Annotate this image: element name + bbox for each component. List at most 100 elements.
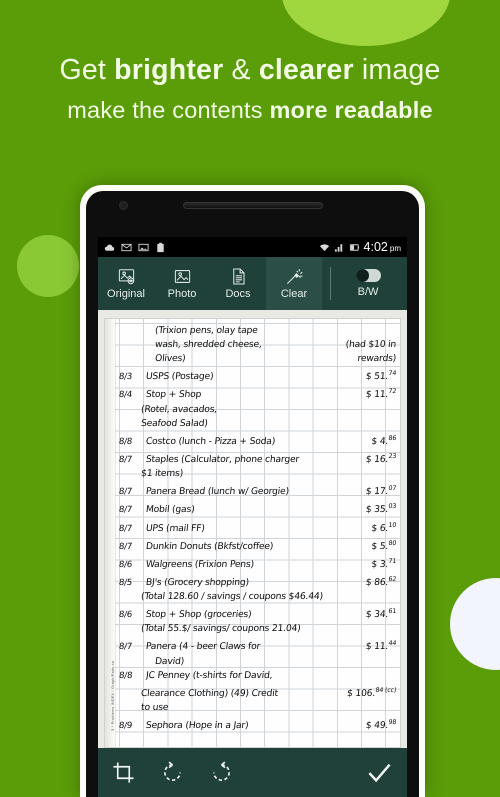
note-line-description: UPS (mail FF): [145, 522, 206, 534]
headline-line-2: make the contents more readable: [0, 95, 500, 126]
note-line: to use: [118, 701, 396, 715]
signal-icon: [334, 243, 342, 252]
note-line-description: Stop + Shop (groceries): [145, 609, 252, 621]
note-line-description: David): [154, 655, 185, 667]
tab-clear-label: Clear: [280, 288, 308, 300]
note-line-description: Dunkin Donuts (Bkfst/coffee): [145, 540, 274, 552]
note-line-date: 8/7: [118, 487, 133, 498]
note-line-amount: $ 11.44: [365, 639, 397, 653]
note-line: wash, shredded cheese, (had $10 in: [118, 338, 396, 352]
note-line: Clearance Clothing) (49) Credit $ 106.84 …: [118, 683, 397, 701]
document-icon: [232, 268, 245, 285]
note-line-date: 8/7: [118, 541, 133, 552]
note-line: (Rotel, avacados,: [118, 403, 396, 417]
note-line-cents: 72: [388, 387, 397, 396]
note-line-cents: 61: [388, 607, 397, 616]
edit-toolbar: [98, 748, 407, 797]
battery-icon: [349, 243, 359, 251]
status-bar-notification-icons: [104, 242, 166, 253]
note-line-date: 8/8: [118, 436, 133, 447]
note-line-amount: (had $10 in: [345, 339, 397, 351]
rotate-right-button[interactable]: [210, 761, 233, 784]
note-line: $1 items): [118, 467, 396, 481]
note-line-amount: $ 86.62: [365, 574, 397, 589]
tab-photo[interactable]: Photo: [154, 257, 210, 310]
note-line-cents: 84 (cc): [375, 685, 397, 694]
note-line-description: Walgreens (Frixion Pens): [145, 558, 255, 570]
tab-clear[interactable]: Clear: [266, 257, 322, 310]
checkmark-icon: [368, 763, 391, 783]
note-line-description: Stop + Shop: [145, 389, 202, 401]
headline-l2-bold: more readable: [269, 96, 433, 123]
tab-docs[interactable]: Docs: [210, 257, 266, 310]
bw-toggle[interactable]: B/W: [343, 257, 393, 310]
bw-switch-track[interactable]: [355, 269, 381, 282]
note-line-amount: $ 49.98: [365, 718, 397, 732]
crop-button[interactable]: [112, 761, 135, 784]
note-line: 8/7 UPS (mail FF) $ 6.10: [118, 518, 397, 536]
note-line-description: Panera (4 - beer Claws for: [145, 641, 261, 653]
note-line-amount: $ 4.86: [370, 433, 397, 447]
note-line: 8/7 Panera (4 - beer Claws for $ 11.44: [118, 636, 397, 654]
rotate-left-button[interactable]: [161, 761, 184, 784]
note-line-description: (Total 128.60 / savings / coupons $46.44…: [140, 591, 324, 603]
note-line-cents: 10: [388, 520, 397, 529]
decorative-circle-left: [17, 235, 79, 297]
note-line: (Trixion pens, olay tape: [118, 324, 396, 338]
note-line-date: 8/7: [118, 505, 133, 516]
headline-l1-bold-clearer: clearer: [258, 54, 354, 86]
note-line: 8/6 Walgreens (Frixion Pens) $ 3.71: [118, 554, 397, 572]
phone-mockup: 4:02 pm Original Photo Docs Clear B/W 5 …: [80, 185, 425, 797]
note-line-cents: 86: [388, 433, 397, 442]
status-bar-system-icons: 4:02 pm: [319, 240, 401, 254]
note-line: (Total 55.$/ savings/ coupons 21.04): [118, 622, 396, 636]
note-line-description: (Trixion pens, olay tape: [154, 325, 259, 336]
note-line: 8/6 Stop + Shop (groceries) $ 34.61: [118, 604, 397, 622]
document-preview-area[interactable]: 5 * Problems INDEX / Graph/Pads.ca (Trix…: [98, 310, 407, 748]
filter-toolbar: Original Photo Docs Clear B/W: [98, 257, 407, 310]
note-line-description: $1 items): [140, 468, 184, 480]
photo-icon: [138, 243, 149, 251]
note-line-description: (Total 55.$/ savings/ coupons 21.04): [140, 623, 302, 635]
note-line-description: BJ's (Grocery shopping): [145, 577, 250, 589]
note-line-amount: $ 51.74: [365, 369, 397, 383]
note-line-cents: 62: [388, 574, 397, 583]
note-line-amount: $ 3.71: [370, 556, 397, 570]
headline-l1-suffix: image: [353, 54, 441, 86]
done-button[interactable]: [366, 759, 393, 786]
note-line-date: 8/9: [118, 721, 133, 732]
note-line-date: 8/7: [118, 523, 133, 534]
cloud-icon: [104, 244, 115, 251]
bw-switch-knob[interactable]: [355, 269, 369, 282]
note-line-cents: 71: [388, 556, 397, 565]
phone-body: 4:02 pm Original Photo Docs Clear B/W 5 …: [86, 191, 419, 797]
note-line-description: USPS (Postage): [145, 371, 214, 383]
note-line: 8/8 Costco (lunch - Pizza + Soda) $ 4.86: [118, 431, 397, 449]
tab-original[interactable]: Original: [98, 257, 154, 310]
note-line-amount: rewards): [356, 353, 397, 365]
note-line-description: JC Penney (t-shirts for David,: [145, 669, 273, 681]
image-original-icon: [118, 269, 134, 285]
note-line-description: Costco (lunch - Pizza + Soda): [145, 435, 276, 447]
status-bar: 4:02 pm: [98, 237, 407, 257]
note-line-amount: $ 34.61: [365, 607, 397, 621]
note-line-amount: $ 11.72: [365, 387, 397, 401]
note-line-cents: 98: [388, 718, 397, 727]
phone-screen: 4:02 pm Original Photo Docs Clear B/W 5 …: [98, 237, 407, 797]
magic-wand-icon: [286, 268, 303, 284]
rotate-left-icon: [164, 761, 181, 781]
note-line: 8/5 BJ's (Grocery shopping) $ 86.62: [118, 572, 397, 590]
note-line-description: Olives): [154, 353, 187, 365]
note-line-description: Mobil (gas): [145, 504, 196, 516]
status-bar-ampm: pm: [389, 243, 401, 253]
note-line-date: 8/7: [118, 642, 133, 653]
note-line-amount: $ 16.23: [365, 451, 397, 465]
note-line-cents: 74: [388, 369, 397, 378]
note-line: Seafood Salad): [118, 417, 396, 431]
headline-l1-bold-brighter: brighter: [114, 54, 224, 86]
handwritten-content: (Trixion pens, olay tape wash, shredded c…: [105, 319, 400, 747]
note-line-cents: 07: [388, 484, 397, 493]
note-line: 8/8 JC Penney (t-shirts for David,: [118, 669, 396, 683]
note-line: David): [118, 655, 396, 669]
note-line-description: (Rotel, avacados,: [140, 403, 218, 415]
